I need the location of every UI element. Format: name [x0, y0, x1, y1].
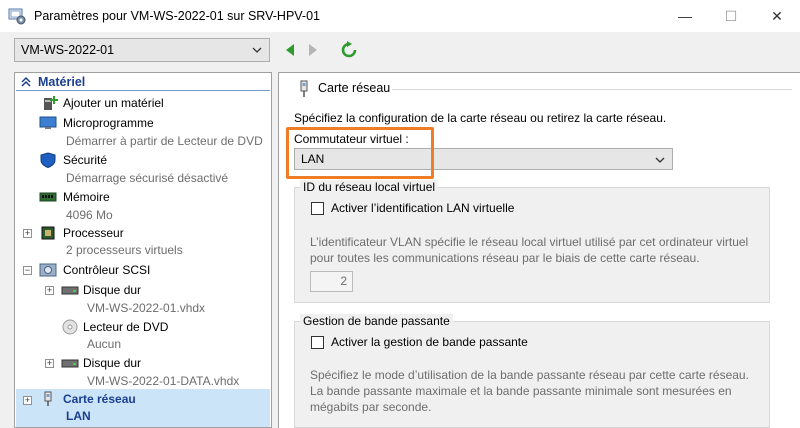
close-button[interactable]: ✕	[754, 0, 800, 32]
network-adapter-icon	[300, 80, 308, 97]
sidebar-item-security[interactable]: Sécurité	[63, 153, 107, 167]
hardware-tree: Matériel Ajouter un matériel Microprogra…	[14, 72, 272, 428]
header-divider	[392, 89, 792, 90]
firmware-icon	[39, 116, 57, 129]
panel-description: Spécifiez la configuration de la carte r…	[294, 111, 667, 125]
hardware-section-label: Matériel	[38, 75, 86, 89]
chevron-down-icon	[655, 157, 665, 163]
network-adapter-icon	[44, 391, 52, 406]
back-arrow-icon[interactable]	[283, 42, 297, 58]
sidebar-item-hard-disk-2[interactable]: Disque dur	[83, 356, 141, 370]
vlan-checkbox-label[interactable]: Activer l’identification LAN virtuelle	[331, 201, 514, 215]
expand-processor-icon[interactable]: +	[23, 229, 32, 238]
bandwidth-checkbox-label[interactable]: Activer la gestion de bande passante	[331, 335, 528, 349]
sidebar-item-dvd[interactable]: Lecteur de DVD	[83, 320, 168, 334]
vlan-id-field[interactable]: 2	[310, 271, 353, 292]
vlan-checkbox[interactable]	[311, 202, 324, 215]
expand-network-adapter-icon[interactable]: +	[23, 396, 32, 405]
scsi-controller-icon	[39, 263, 57, 277]
maximize-button[interactable]: ☐	[708, 0, 754, 32]
highlight-annotation	[286, 127, 434, 179]
bandwidth-group-title: Gestion de bande passante	[300, 314, 453, 328]
memory-detail: 4096 Mo	[66, 208, 113, 222]
hard-disk-icon	[61, 286, 79, 295]
sidebar-item-hard-disk-1[interactable]: Disque dur	[83, 283, 141, 297]
hard-disk-2-detail: VM-WS-2022-01-DATA.vhdx	[87, 374, 240, 388]
bandwidth-help-line-3: mégabits par seconde.	[310, 400, 432, 414]
sidebar-item-processor[interactable]: Processeur	[63, 226, 124, 240]
vlan-help-line-2: pour toutes les communications réseau pa…	[310, 251, 700, 265]
settings-app-icon	[8, 8, 26, 25]
processor-icon	[41, 226, 55, 240]
bandwidth-help-line-2: La bande passante maximale et la bande p…	[310, 384, 732, 398]
vm-select-value: VM-WS-2022-01	[21, 43, 115, 57]
collapse-icon	[21, 76, 31, 87]
close-icon: ✕	[771, 7, 783, 24]
vlan-help-line-1: L’identificateur VLAN spécifie le réseau…	[310, 235, 749, 249]
vlan-group-title: ID du réseau local virtuel	[300, 180, 439, 194]
refresh-icon[interactable]	[340, 41, 358, 59]
window-title: Paramètres pour VM-WS-2022-01 sur SRV-HP…	[34, 9, 320, 23]
dvd-detail: Aucun	[87, 337, 122, 351]
sidebar-item-scsi[interactable]: Contrôleur SCSI	[63, 263, 150, 277]
expand-hard-disk-2-icon[interactable]: +	[45, 359, 54, 368]
bandwidth-help-line-1: Spécifiez le mode d’utilisation de la ba…	[310, 368, 749, 382]
memory-icon	[39, 192, 57, 202]
sidebar-item-firmware[interactable]: Microprogramme	[63, 116, 154, 130]
firmware-detail: Démarrer à partir de Lecteur de DVD	[66, 134, 263, 148]
hard-disk-icon	[61, 359, 79, 368]
collapse-scsi-icon[interactable]: −	[23, 266, 32, 275]
vm-select[interactable]: VM-WS-2022-01	[14, 38, 270, 62]
sidebar-item-add-hardware[interactable]: Ajouter un matériel	[63, 96, 164, 110]
shield-icon	[40, 152, 56, 168]
minimize-icon: —	[678, 8, 692, 24]
processor-detail: 2 processeurs virtuels	[66, 243, 183, 257]
sidebar-item-network-adapter[interactable]: Carte réseau	[63, 392, 136, 406]
minimize-button[interactable]: —	[662, 0, 708, 32]
sidebar-item-memory[interactable]: Mémoire	[63, 190, 110, 204]
add-hardware-icon	[44, 96, 58, 110]
forward-arrow-icon[interactable]	[306, 42, 320, 58]
bandwidth-checkbox[interactable]	[311, 336, 324, 349]
network-adapter-detail: LAN	[66, 409, 91, 423]
security-detail: Démarrage sécurisé désactivé	[66, 171, 229, 185]
dvd-icon	[62, 319, 78, 335]
chevron-down-icon	[252, 47, 262, 53]
panel-title: Carte réseau	[318, 81, 391, 95]
hardware-section-header[interactable]: Matériel	[16, 74, 270, 91]
title-bar: Paramètres pour VM-WS-2022-01 sur SRV-HP…	[0, 0, 800, 32]
hard-disk-1-detail: VM-WS-2022-01.vhdx	[87, 301, 206, 315]
maximize-icon: ☐	[724, 7, 738, 24]
expand-hard-disk-1-icon[interactable]: +	[45, 286, 54, 295]
